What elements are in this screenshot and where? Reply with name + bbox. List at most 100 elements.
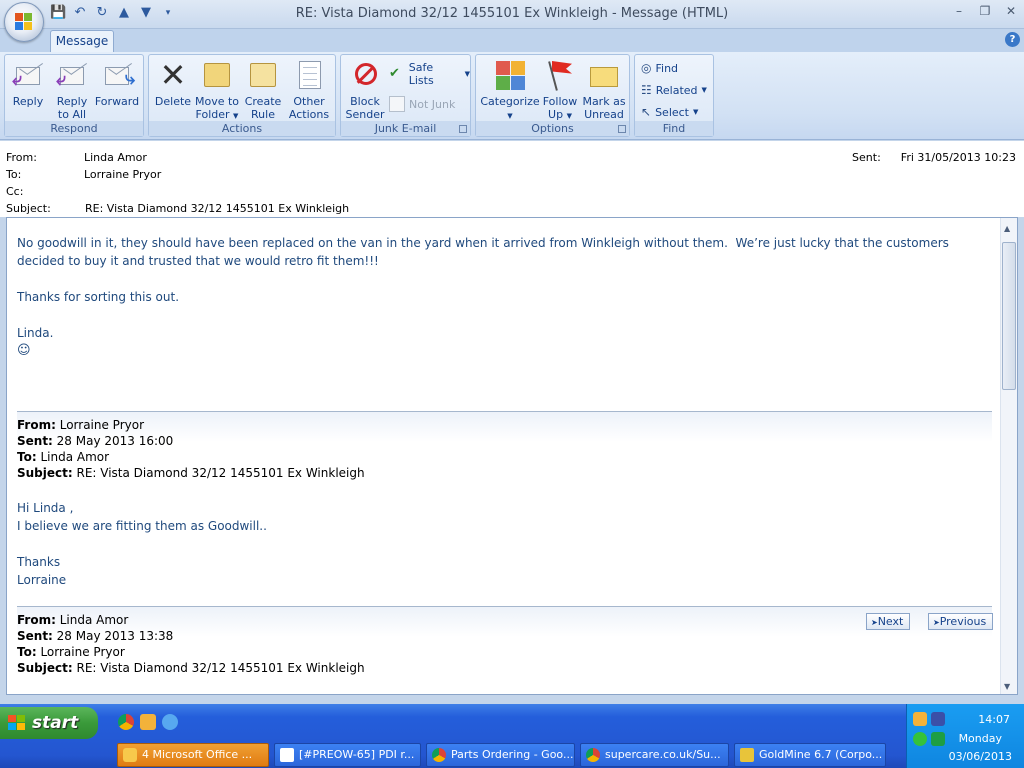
dialog-launcher-icon[interactable] — [618, 125, 626, 133]
categorize-button[interactable]: Categorize ▼ — [480, 59, 540, 123]
rule-icon — [247, 59, 279, 91]
group-junk-email: Block Sender ✔ Safe Lists ▼ Not Junk Jun… — [340, 54, 471, 137]
from-value[interactable]: Linda Amor — [84, 151, 147, 164]
quoted-header-1: From: Lorraine Pryor Sent: 28 May 2013 1… — [17, 418, 365, 480]
quick-launch — [118, 714, 178, 730]
not-junk-button[interactable]: Not Junk — [389, 95, 455, 113]
taskbar-item-jira[interactable]: [#PREOW-65] PDI r... — [274, 743, 421, 767]
find-button[interactable]: ◎ Find — [641, 59, 678, 77]
ie-icon[interactable] — [162, 714, 178, 730]
ribbon-tab-strip: Message ? — [0, 29, 1024, 52]
delete-icon: ✕ — [159, 56, 187, 94]
previous-button[interactable]: ➤Previous — [928, 613, 994, 630]
taskbar-item-goldmine[interactable]: GoldMine 6.7 (Corpo... — [734, 743, 886, 767]
close-icon[interactable]: ✕ — [1004, 4, 1018, 18]
previous-arrow-icon: ➤ — [933, 618, 940, 627]
group-label-options: Options — [476, 121, 629, 136]
group-find: ◎ Find ☷ Related ▼ ↖ Select ▼ Find — [634, 54, 714, 137]
title-bar: 💾 ↶ ↻ ▲ ▼ ▾ RE: Vista Diamond 32/12 1455… — [0, 0, 1024, 29]
chrome-icon — [586, 748, 600, 762]
safe-lists-button[interactable]: ✔ Safe Lists ▼ — [389, 61, 470, 87]
forward-button[interactable]: ⤷ Forward — [93, 59, 141, 108]
scroll-down-icon[interactable]: ▼ — [1004, 682, 1010, 691]
chevron-down-icon: ▼ — [507, 112, 513, 120]
system-tray: 14:07 Monday 03/06/2013 — [906, 704, 1024, 768]
follow-up-button[interactable]: Follow Up ▼ — [540, 59, 580, 123]
chevron-down-icon: ▼ — [464, 70, 470, 78]
group-label-find: Find — [635, 121, 713, 136]
related-button[interactable]: ☷ Related ▼ — [641, 81, 707, 99]
subject-label: Subject: — [6, 202, 51, 215]
outlook-tray-icon[interactable] — [913, 712, 927, 726]
quoted-text-1: Hi Linda , I believe we are fitting them… — [17, 499, 992, 589]
group-actions: ✕ Delete Move to Folder ▼ Create Rule Ot… — [148, 54, 336, 137]
to-label: To: — [6, 168, 22, 181]
start-button[interactable]: start — [0, 707, 98, 739]
next-arrow-icon: ➤ — [871, 618, 878, 627]
message-body[interactable]: No goodwill in it, they should have been… — [6, 217, 1018, 695]
forward-icon: ⤷ — [101, 59, 135, 91]
group-label-respond: Respond — [5, 121, 143, 136]
not-junk-icon — [389, 96, 405, 112]
office-button[interactable] — [4, 2, 44, 42]
group-label-actions: Actions — [149, 121, 335, 136]
security-icon[interactable] — [931, 732, 945, 746]
clock-day: Monday — [958, 732, 1002, 745]
body-line: No goodwill in it, they should have been… — [17, 236, 949, 250]
taskbar-item-supercare[interactable]: supercare.co.uk/Su... — [580, 743, 729, 767]
chrome-icon — [432, 748, 446, 762]
chevron-down-icon: ▼ — [693, 108, 699, 116]
window-title: RE: Vista Diamond 32/12 1455101 Ex Winkl… — [295, 6, 729, 21]
group-respond: ⤶ Reply ⤶ Reply to All ⤷ Forward Respond — [4, 54, 144, 137]
move-to-folder-button[interactable]: Move to Folder ▼ — [193, 59, 241, 123]
sent-label: Sent: — [852, 151, 881, 164]
help-icon[interactable]: ? — [1005, 32, 1020, 47]
body-line: I believe we are fitting them as Goodwil… — [17, 519, 267, 533]
folder-icon — [201, 59, 233, 91]
body-line: Hi Linda , — [17, 501, 74, 515]
delete-button[interactable]: ✕ Delete — [153, 59, 193, 108]
taskbar: start 4 Microsoft Office ... [#PREOW-65]… — [0, 704, 1024, 768]
binoculars-icon: ◎ — [641, 61, 652, 75]
tab-message[interactable]: Message — [50, 30, 114, 52]
clock-time: 14:07 — [978, 713, 1010, 726]
vertical-scrollbar[interactable]: ▲ ▼ — [1000, 218, 1017, 694]
cc-label: Cc: — [6, 185, 24, 198]
mark-as-unread-button[interactable]: Mark as Unread — [580, 59, 628, 121]
reply-all-icon: ⤶ — [56, 59, 88, 91]
taskbar-item-outlook[interactable]: 4 Microsoft Office ... — [117, 743, 269, 767]
windows-logo-icon — [8, 715, 26, 731]
quoted-header-2: From: Linda Amor Sent: 28 May 2013 13:38… — [17, 613, 365, 675]
body-line: Thanks — [17, 555, 61, 569]
create-rule-button[interactable]: Create Rule — [241, 59, 285, 121]
group-label-junk: Junk E-mail — [341, 121, 470, 136]
reply-all-button[interactable]: ⤶ Reply to All — [53, 59, 91, 121]
outlook-icon[interactable] — [140, 714, 156, 730]
status-icon[interactable] — [913, 732, 927, 746]
dialog-launcher-icon[interactable] — [459, 125, 467, 133]
to-value[interactable]: Lorraine Pryor — [84, 168, 161, 181]
categorize-icon — [494, 59, 526, 91]
scroll-up-icon[interactable]: ▲ — [1004, 224, 1010, 233]
network-icon[interactable] — [931, 712, 945, 726]
reply-button[interactable]: ⤶ Reply — [11, 59, 45, 108]
outlook-icon — [123, 748, 137, 762]
select-button[interactable]: ↖ Select ▼ — [641, 103, 698, 121]
reply-text: No goodwill in it, they should have been… — [17, 234, 992, 360]
minimize-icon[interactable]: – — [952, 4, 966, 18]
restore-icon[interactable]: ❐ — [978, 4, 992, 18]
signature: Linda. — [17, 326, 54, 340]
office-logo-icon — [15, 13, 33, 31]
jira-icon — [280, 748, 294, 762]
next-button[interactable]: ➤Next — [866, 613, 911, 630]
message-header: From: Linda Amor To: Lorraine Pryor Cc: … — [0, 141, 1024, 217]
block-sender-button[interactable]: Block Sender — [345, 59, 385, 121]
chevron-down-icon: ▼ — [566, 112, 572, 120]
scroll-thumb[interactable] — [1002, 242, 1016, 390]
chrome-icon[interactable] — [118, 714, 134, 730]
body-line: Lorraine — [17, 573, 67, 587]
taskbar-item-parts-ordering[interactable]: Parts Ordering - Goo... — [426, 743, 575, 767]
body-line: Thanks for sorting this out. — [17, 290, 180, 304]
block-sender-icon — [349, 59, 381, 91]
related-icon: ☷ — [641, 83, 652, 97]
